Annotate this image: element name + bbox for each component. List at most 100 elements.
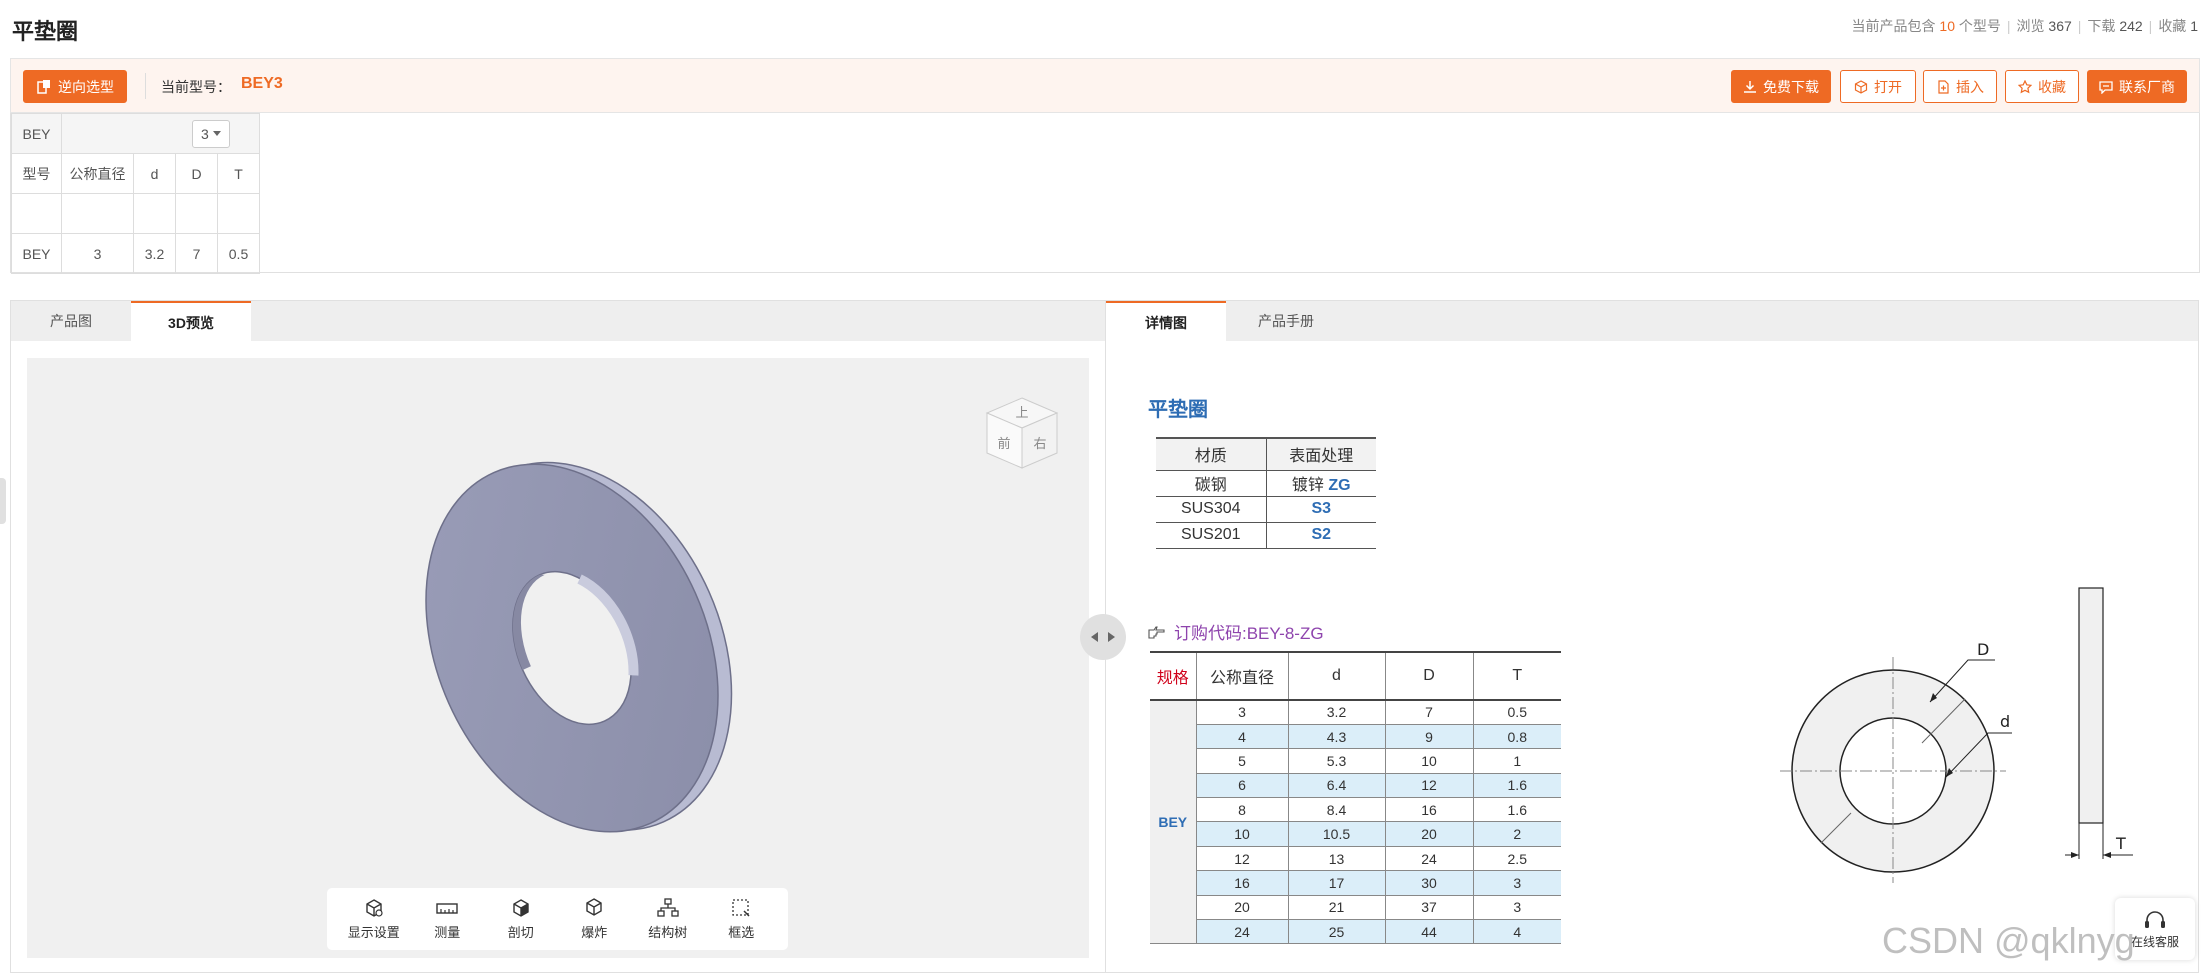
views-label: 浏览 xyxy=(2016,18,2045,34)
parameter-table: BEY 3 型号 公称直径 d D T BEY 3 3.2 7 0.5 xyxy=(11,113,260,274)
tab-product-manual[interactable]: 产品手册 xyxy=(1226,301,1346,341)
current-model-value: BEY3 xyxy=(241,75,283,92)
spec-cell: 8.4 xyxy=(1288,797,1386,823)
structure-tree-tool[interactable]: 结构树 xyxy=(633,897,703,941)
contact-vendor-button[interactable]: 联系厂商 xyxy=(2087,70,2187,103)
insert-icon xyxy=(1938,79,1949,94)
spec-cell: 24 xyxy=(1385,846,1474,872)
free-download-label: 免费下载 xyxy=(1763,78,1819,95)
param-header: 公称直径 xyxy=(61,153,134,194)
spec-table: 规格 公称直径 d D T BEY 3 3.2 7 0.5 4 4.3 9 0.8 5 5.3 10 1… xyxy=(1150,651,1561,945)
spec-row: 10 10.5 20 2 xyxy=(1150,821,1561,847)
param-value: 0.5 xyxy=(217,233,260,274)
reverse-select-icon xyxy=(37,79,50,94)
downloads-label: 下载 xyxy=(2087,18,2116,34)
spec-cell: 2 xyxy=(1473,821,1561,847)
panel-collapse-toggle[interactable] xyxy=(1080,614,1126,660)
treatment-name: 镀锌 xyxy=(1291,477,1324,494)
box-select-tool[interactable]: 框选 xyxy=(706,898,776,941)
preview-panel: 产品图 3D预览 上 前 右 显示设置 测量 剖切 爆炸 结构树 框选 xyxy=(10,300,1106,973)
spec-row: 5 5.3 10 1 xyxy=(1150,748,1561,774)
tab-product-image[interactable]: 产品图 xyxy=(11,301,131,341)
tab-3d-preview[interactable]: 3D预览 xyxy=(131,301,251,341)
section-tool[interactable]: 剖切 xyxy=(486,898,556,941)
spec-cell: 4.3 xyxy=(1288,724,1386,750)
reverse-select-label: 逆向选型 xyxy=(58,78,114,95)
size-select-value: 3 xyxy=(201,125,209,142)
free-download-button[interactable]: 免费下载 xyxy=(1731,70,1831,103)
open-label: 打开 xyxy=(1874,78,1902,95)
favorites-label: 收藏 xyxy=(2158,18,2187,34)
display-settings-tool[interactable]: 显示设置 xyxy=(339,898,409,941)
param-input-cell[interactable] xyxy=(217,193,260,234)
csdn-watermark: CSDN @qklnyg xyxy=(1882,920,2135,961)
message-icon xyxy=(2099,80,2113,94)
treatment-cell: 镀锌 ZG xyxy=(1266,470,1376,497)
spec-header: T xyxy=(1473,651,1561,701)
measure-tool[interactable]: 测量 xyxy=(412,898,482,941)
treatment-header: 表面处理 xyxy=(1266,437,1376,471)
spec-series: BEY xyxy=(1150,700,1197,945)
treatment-code: S3 xyxy=(1311,500,1332,517)
spec-cell: 3.2 xyxy=(1288,700,1386,725)
page-header: 平垫圈 当前产品包含 10 个型号 | 浏览 367 | 下载 242 | 收藏 1 xyxy=(0,0,2202,55)
spec-cell: 12 xyxy=(1196,846,1289,872)
left-drawer-handle[interactable] xyxy=(0,478,6,524)
treatment-code: ZG xyxy=(1328,477,1351,494)
favorite-label: 收藏 xyxy=(2038,78,2066,95)
headset-icon xyxy=(2145,910,2165,928)
spec-row: 16 17 30 3 xyxy=(1150,870,1561,896)
param-input-cell[interactable] xyxy=(11,193,62,234)
param-value: BEY xyxy=(11,233,62,274)
spec-cell: 24 xyxy=(1196,919,1289,945)
contact-vendor-label: 联系厂商 xyxy=(2119,78,2175,95)
series-cell: BEY xyxy=(11,113,62,154)
caret-down-icon xyxy=(212,130,221,136)
detail-title: 平垫圈 xyxy=(1148,399,1208,421)
spec-cell: 16 xyxy=(1385,797,1474,823)
param-header: d xyxy=(133,153,176,194)
washer-technical-drawing: D d T xyxy=(1780,587,2133,883)
order-code: 订购代码:BEY-8-ZG xyxy=(1148,619,1324,644)
spec-cell: 1.6 xyxy=(1473,797,1561,823)
spec-cell: 30 xyxy=(1385,870,1474,896)
support-label: 在线客服 xyxy=(2130,934,2179,949)
param-input-cell[interactable] xyxy=(175,193,218,234)
param-input-cell[interactable] xyxy=(133,193,176,234)
reverse-select-button[interactable]: 逆向选型 xyxy=(23,70,127,103)
star-icon xyxy=(2018,79,2032,93)
spec-cell: 17 xyxy=(1288,870,1386,896)
structure-tree-icon xyxy=(657,897,679,917)
param-value: 7 xyxy=(175,233,218,274)
spec-row: BEY 3 3.2 7 0.5 xyxy=(1150,700,1561,945)
insert-button[interactable]: 插入 xyxy=(1923,70,1997,103)
tab-detail-drawing[interactable]: 详情图 xyxy=(1106,301,1226,341)
spec-cell: 13 xyxy=(1288,846,1386,872)
spec-row: 20 21 37 3 xyxy=(1150,895,1561,921)
spec-row: 24 25 44 4 xyxy=(1150,919,1561,945)
spec-cell: 44 xyxy=(1385,919,1474,945)
ruler-icon xyxy=(436,902,458,914)
favorite-button[interactable]: 收藏 xyxy=(2005,70,2079,103)
spec-cell: 20 xyxy=(1196,895,1289,921)
section-icon xyxy=(513,898,529,917)
material-header: 材质 xyxy=(1156,437,1267,471)
3d-viewer[interactable]: 上 前 右 显示设置 测量 剖切 爆炸 结构树 框选 xyxy=(27,358,1089,958)
spec-cell: 16 xyxy=(1196,870,1289,896)
size-select[interactable]: 3 xyxy=(192,119,230,148)
spec-cell: 1 xyxy=(1473,748,1561,774)
treatment-cell: S2 xyxy=(1266,522,1376,549)
explode-tool[interactable]: 爆炸 xyxy=(559,897,629,941)
spec-body: BEY 3 3.2 7 0.5 4 4.3 9 0.8 5 5.3 10 1 6 6.4 12 1.6 8 8.4 1… xyxy=(1150,700,1561,945)
spec-cell: 0.5 xyxy=(1473,700,1561,725)
order-code-text: 订购代码:BEY-8-ZG xyxy=(1174,624,1324,643)
open-button[interactable]: 打开 xyxy=(1840,70,1916,103)
view-cube[interactable]: 上 前 右 xyxy=(977,388,1067,478)
spec-cell: 2.5 xyxy=(1473,846,1561,872)
stats-prefix: 当前产品包含 xyxy=(1851,18,1936,34)
spec-cell: 6.4 xyxy=(1288,773,1386,799)
box-select-icon xyxy=(732,898,750,917)
spec-cell: 7 xyxy=(1385,700,1474,725)
param-input-cell[interactable] xyxy=(61,193,134,234)
explode-icon xyxy=(586,897,602,916)
